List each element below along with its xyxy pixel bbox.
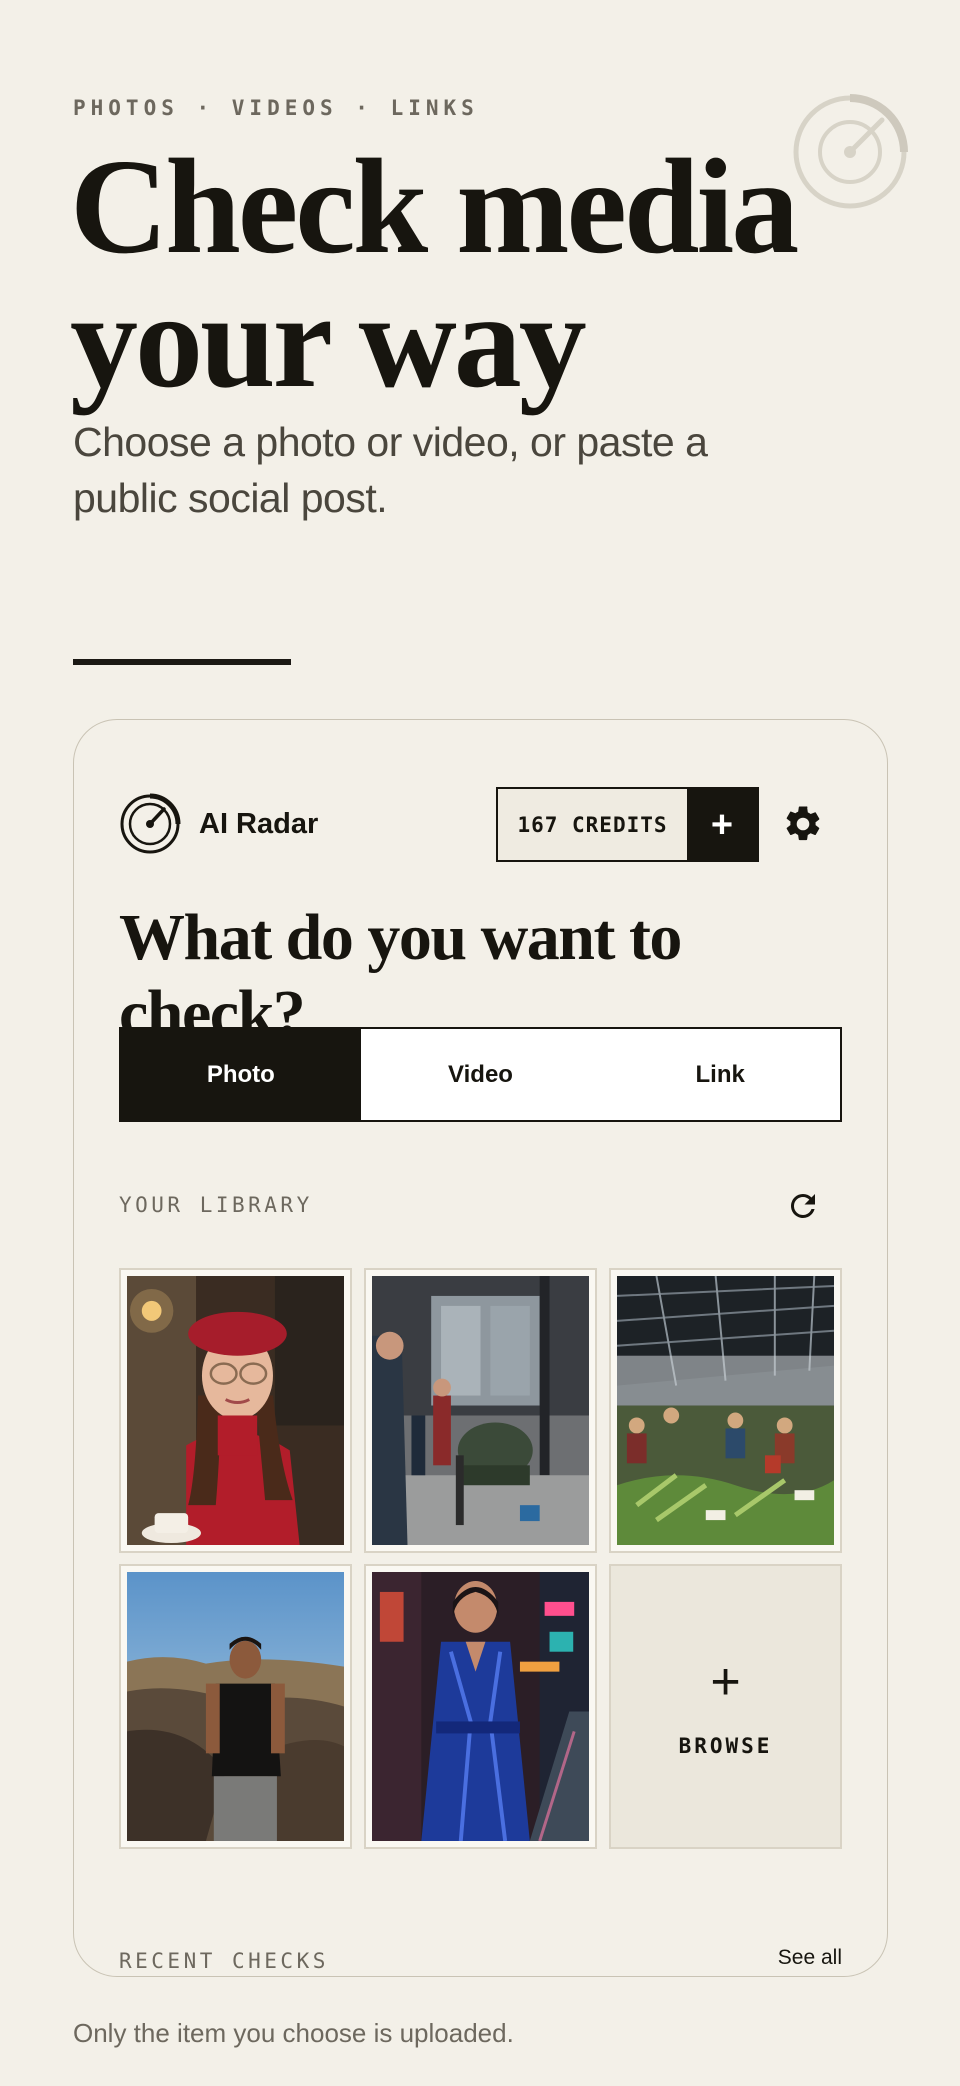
app-card: AI Radar 167 CREDITS + What do you want … [73, 719, 888, 1977]
eyebrow: PHOTOS · VIDEOS · LINKS [73, 96, 479, 120]
library-item[interactable] [119, 1268, 352, 1553]
radar-gauge-icon [120, 793, 181, 854]
library-grid: + BROWSE [119, 1268, 842, 1849]
gear-icon[interactable] [782, 803, 824, 845]
blue-coat-neon-street-photo [372, 1572, 589, 1841]
credits-control: 167 CREDITS + [496, 787, 759, 862]
hero-title-line-1: Check media [70, 132, 799, 282]
tab-link[interactable]: Link [600, 1029, 841, 1120]
market-hall-photo [617, 1276, 834, 1545]
hero-title-line-2: your way [70, 266, 587, 416]
media-type-tabs: Photo Video Link [119, 1027, 842, 1122]
man-black-tshirt-photo [127, 1572, 344, 1841]
library-item[interactable] [609, 1268, 842, 1553]
library-label: YOUR LIBRARY [119, 1193, 313, 1217]
add-credits-button[interactable]: + [687, 789, 757, 860]
page: PHOTOS · VIDEOS · LINKS Check media your… [0, 0, 960, 2086]
browse-button[interactable]: + BROWSE [609, 1564, 842, 1849]
plus-icon: + [710, 1652, 741, 1711]
woman-red-beret-photo [127, 1276, 344, 1545]
hero-title: Check media your way [70, 139, 799, 409]
credits-balance[interactable]: 167 CREDITS [498, 789, 687, 860]
see-all-link[interactable]: See all [778, 1946, 842, 1970]
refresh-icon[interactable] [785, 1188, 821, 1224]
upload-note: Only the item you choose is uploaded. [73, 2018, 514, 2048]
street-scene-photo [372, 1276, 589, 1545]
hero-subtitle: Choose a photo or video, or paste a publ… [73, 419, 708, 521]
library-item[interactable] [119, 1564, 352, 1849]
library-item[interactable] [364, 1268, 597, 1553]
tab-photo[interactable]: Photo [121, 1029, 361, 1120]
recent-checks-label: RECENT CHECKS [119, 1949, 329, 1973]
library-item[interactable] [364, 1564, 597, 1849]
tab-video[interactable]: Video [360, 1029, 601, 1120]
radar-gauge-icon [793, 94, 908, 209]
brand: AI Radar [119, 793, 318, 855]
divider [73, 659, 291, 665]
browse-label: BROWSE [678, 1733, 773, 1758]
brand-name: AI Radar [199, 807, 319, 840]
